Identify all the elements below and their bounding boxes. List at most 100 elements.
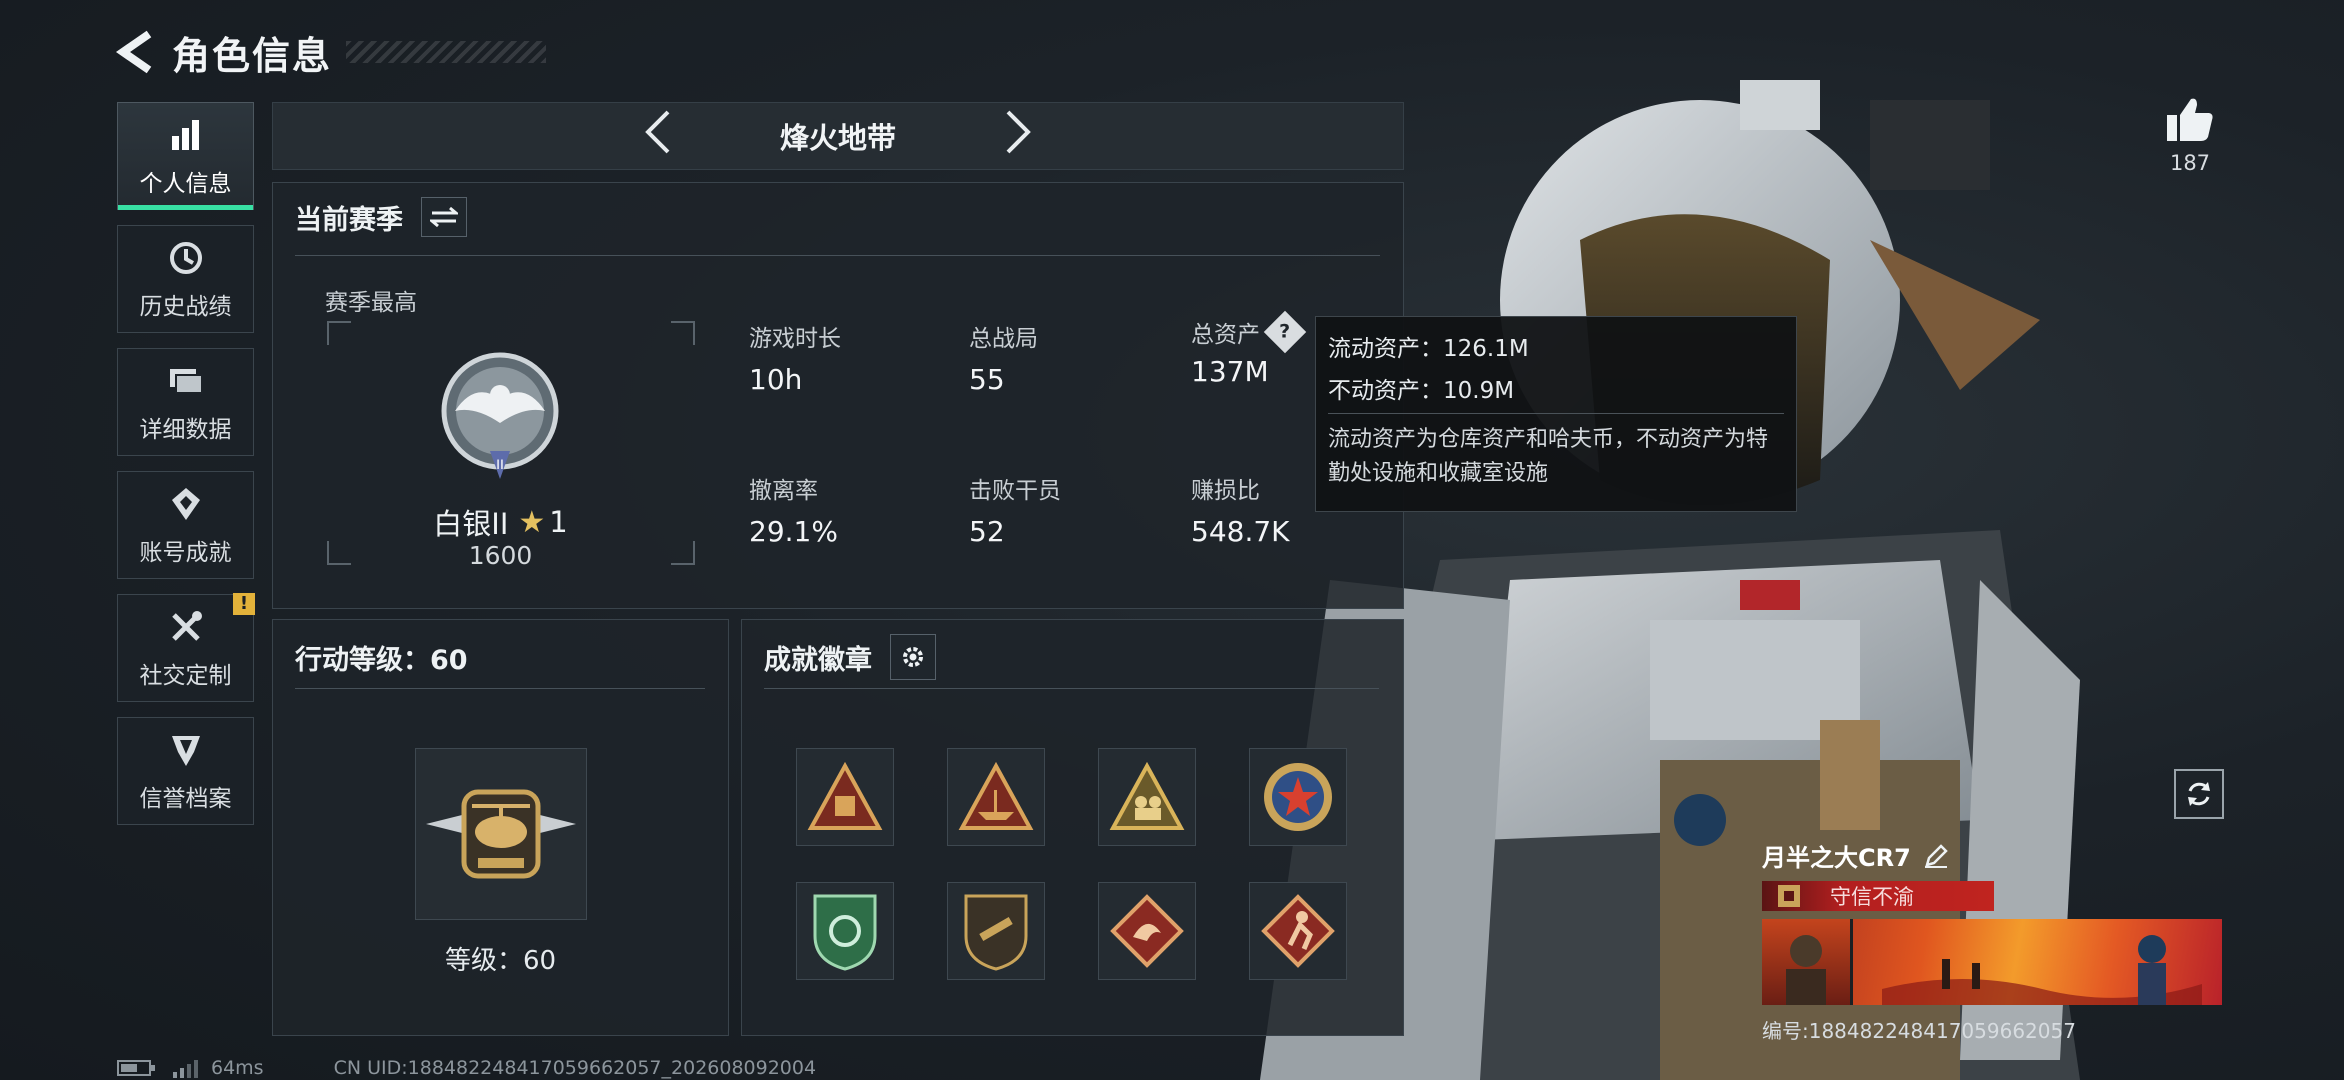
stat-total-assets: 总资产 ? 137M (1191, 310, 1307, 388)
season-best-label: 赛季最高 (325, 290, 417, 316)
sidebar-item-personal-info[interactable]: 个人信息 (117, 102, 254, 210)
shield-emblem-icon (165, 729, 207, 771)
star-icon: ★ (518, 504, 546, 540)
rank-stars: 1 (549, 505, 568, 539)
ping-value: 64ms (211, 1057, 264, 1079)
section-divider (295, 688, 705, 689)
badge-slot[interactable] (947, 882, 1045, 980)
stat-label: 赚损比 (1191, 478, 1260, 504)
stat-value: 10h (749, 363, 803, 396)
badge-slot[interactable] (1249, 748, 1347, 846)
back-button[interactable] (110, 27, 160, 77)
sidebar-item-label: 个人信息 (139, 171, 232, 197)
badge-slot[interactable] (947, 748, 1045, 846)
level-emblem-frame (415, 748, 587, 920)
tooltip-fixed-assets: 不动资产：10.9M (1328, 378, 1515, 404)
folder-icon (165, 360, 207, 402)
help-icon[interactable]: ? (1263, 310, 1307, 354)
badge-settings-button[interactable] (890, 634, 936, 680)
tooltip-divider (1328, 413, 1784, 414)
runner-badge-icon (1261, 894, 1335, 968)
star-emblem-badge-icon (1264, 763, 1332, 831)
stat-label: 总战局 (969, 326, 1038, 352)
green-shield-badge-icon (813, 894, 877, 971)
sidebar-item-label: 社交定制 (139, 663, 232, 689)
soldiers-badge-icon (1109, 762, 1185, 830)
boat-badge-icon (958, 762, 1034, 830)
title-tag[interactable]: 守信不渝 (1762, 881, 1994, 911)
avatar (1762, 919, 1853, 1005)
badge-slot[interactable] (796, 882, 894, 980)
rank-info: 白银II ★ 1 (273, 501, 728, 543)
rank-name: 白银II (433, 507, 509, 541)
alert-badge: ! (233, 593, 255, 615)
cn-uid: CN UID:188482248417059662057_20260809200… (333, 1057, 817, 1079)
thumbs-up-icon (2167, 98, 2213, 141)
sidebar-item-match-history[interactable]: 历史战绩 (117, 225, 254, 333)
chevron-right-icon (1006, 110, 1031, 153)
stat-value: 137M (1191, 355, 1269, 388)
sidebar-item-label: 账号成就 (139, 540, 232, 566)
tooltip-description: 流动资产为仓库资产和哈夫币，不动资产为特勤处设施和收藏室设施 (1328, 427, 1769, 486)
edit-pencil-icon[interactable] (1923, 843, 1949, 869)
svg-text:II: II (496, 456, 504, 472)
next-mode-button[interactable] (988, 109, 1048, 164)
season-switch-button[interactable] (421, 197, 467, 237)
stat-kills: 击败干员 52 (969, 471, 1061, 548)
triangle-badge-icon (807, 762, 883, 830)
stat-value: 52 (969, 515, 1005, 548)
dragon-badge-icon (1110, 894, 1184, 968)
stat-total-matches: 总战局 55 (969, 319, 1038, 396)
swap-arrows-icon (430, 206, 458, 228)
wrench-tools-icon (165, 606, 207, 648)
sidebar-item-label: 信誉档案 (139, 786, 232, 812)
sidebar-item-detailed-data[interactable]: 详细数据 (117, 348, 254, 456)
sidebar-item-credit-record[interactable]: 信誉档案 (117, 717, 254, 825)
back-arrow-icon (115, 30, 152, 74)
title-tag-text: 守信不渝 (1830, 885, 1914, 909)
clock-history-icon (165, 237, 207, 279)
badges-title: 成就徽章 (764, 644, 872, 676)
season-title: 当前赛季 (295, 204, 403, 236)
section-divider (295, 255, 1380, 256)
player-banner[interactable] (1762, 919, 2222, 1005)
level-title: 行动等级：60 (295, 645, 468, 676)
refresh-icon (2188, 782, 2210, 806)
stat-value: 548.7K (1191, 515, 1290, 548)
sidebar-item-label: 详细数据 (139, 417, 232, 443)
player-name: 月半之大CR7 (1762, 844, 1911, 872)
stat-label: 撤离率 (749, 478, 818, 504)
silver-rank-emblem-icon: II (441, 352, 559, 479)
gun-shield-badge-icon (964, 894, 1028, 971)
badge-slot[interactable] (1098, 748, 1196, 846)
tooltip-liquid-assets: 流动资产：126.1M (1328, 336, 1529, 362)
achievement-badges-panel: 成就徽章 (741, 619, 1404, 1036)
like-button[interactable]: 187 (2150, 95, 2230, 175)
assets-tooltip: 流动资产：126.1M 不动资产：10.9M 流动资产为仓库资产和哈夫币，不动资… (1315, 316, 1797, 512)
frame-corner (327, 321, 351, 345)
badge-slot[interactable] (1249, 882, 1347, 980)
player-card: 月半之大CR7 守信不渝 编号:188482248417059662057 (1762, 838, 2222, 1044)
refresh-button[interactable] (2174, 769, 2224, 819)
tag-emblem-icon (1778, 885, 1800, 907)
stat-label: 击败干员 (969, 478, 1061, 504)
badge-slot[interactable] (1098, 882, 1196, 980)
banner-art (1882, 935, 2202, 1005)
stat-label: 总资产 (1191, 322, 1260, 348)
medal-icon (165, 483, 207, 525)
title-decoration (346, 41, 547, 63)
stat-value: 55 (969, 363, 1005, 396)
prev-mode-button[interactable] (628, 109, 688, 164)
helicopter-emblem-icon (426, 789, 576, 879)
stat-profit-loss: 赚损比 548.7K (1191, 471, 1290, 548)
level-panel: 行动等级：60 等级：60 (272, 619, 729, 1036)
sidebar-item-achievements[interactable]: 账号成就 (117, 471, 254, 579)
badge-slot[interactable] (796, 748, 894, 846)
frame-corner (671, 321, 695, 345)
page-header: 角色信息 (110, 20, 560, 84)
battery-icon (117, 1060, 155, 1076)
season-panel: 当前赛季 赛季最高 II 白银II ★ 1 1600 游戏时长 10h 总战局 … (272, 182, 1404, 609)
sidebar-item-social-custom[interactable]: ! 社交定制 (117, 593, 255, 702)
player-id: 编号:188482248417059662057 (1762, 1019, 2076, 1043)
level-label: 等级：60 (444, 946, 557, 976)
